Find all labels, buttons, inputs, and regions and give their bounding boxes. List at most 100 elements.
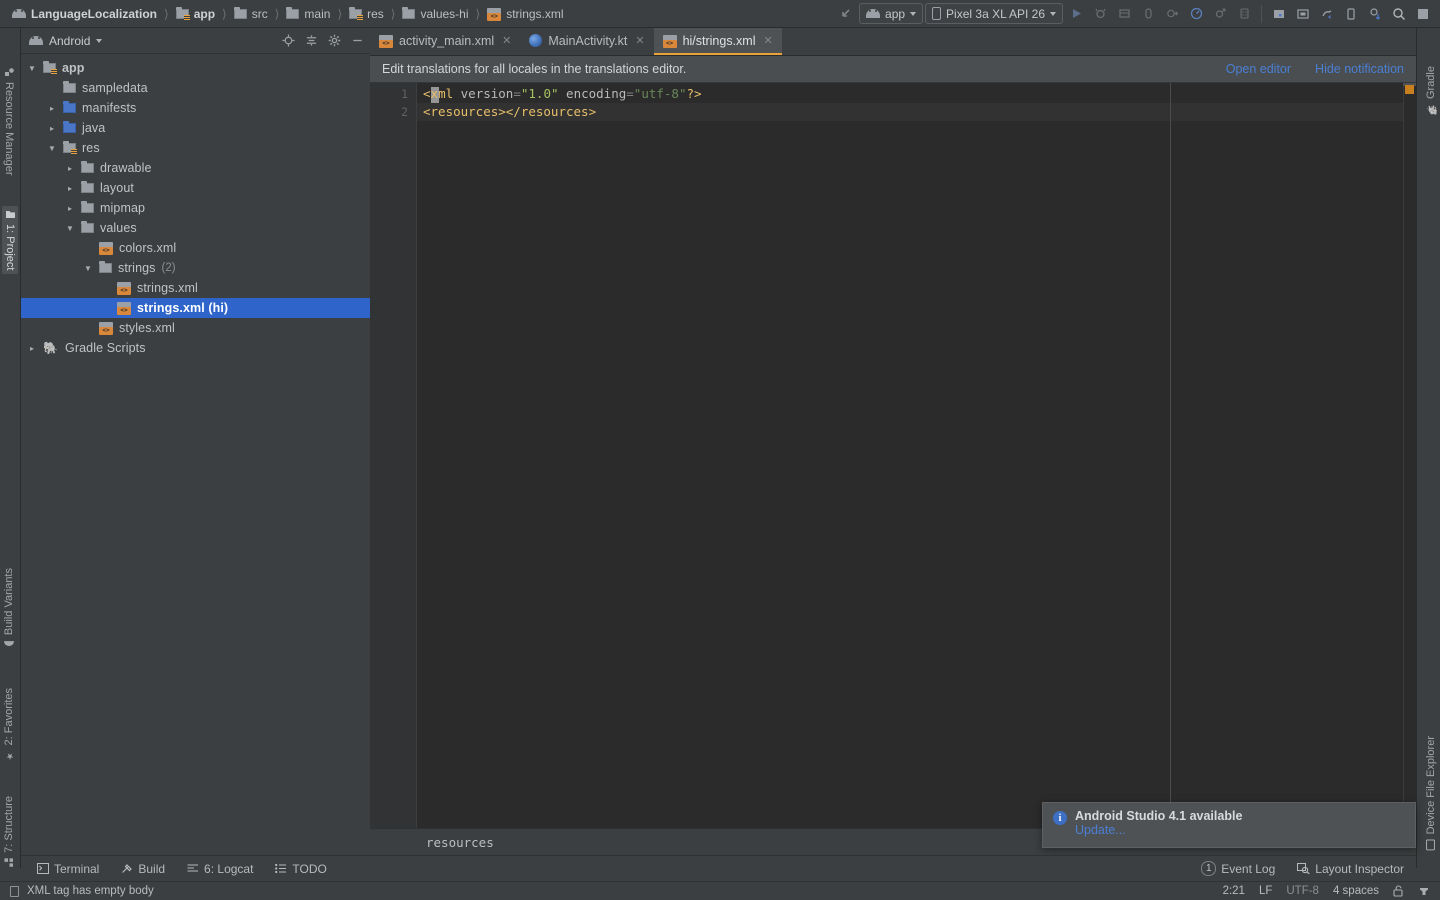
code-line-2[interactable]: <resources></resources>: [417, 103, 1416, 121]
tree-row-strings-group[interactable]: ▼ strings (2): [21, 258, 370, 278]
tree-row-colors-xml[interactable]: ▸ colors.xml: [21, 238, 370, 258]
profile-button[interactable]: [1137, 3, 1159, 25]
hide-notification-link[interactable]: Hide notification: [1315, 62, 1404, 76]
tool-button-resource-manager[interactable]: Resource Manager: [3, 68, 15, 176]
bottom-tool-window-bar: Terminal Build 6: Logcat TODO 1 Event Lo…: [21, 855, 1416, 881]
breadcrumb-item-project[interactable]: LanguageLocalization: [8, 5, 161, 23]
update-link[interactable]: Update...: [1075, 823, 1126, 837]
device-matrix-button[interactable]: [1233, 3, 1255, 25]
tree-row-app[interactable]: ▼ app: [21, 58, 370, 78]
indent-setting[interactable]: 4 spaces: [1333, 885, 1379, 897]
stretch-handle-icon[interactable]: [1412, 3, 1434, 25]
tool-button-build[interactable]: Build: [121, 862, 165, 876]
tool-button-project[interactable]: 1: Project: [2, 206, 18, 274]
chevron-right-icon[interactable]: ▸: [47, 104, 57, 113]
code-editor[interactable]: 1 2 <xml version="1.0" encoding="utf-8"?…: [370, 83, 1416, 828]
hide-panel-icon[interactable]: [351, 34, 364, 47]
tree-row-values[interactable]: ▼ values: [21, 218, 370, 238]
tree-row-java[interactable]: ▸ java: [21, 118, 370, 138]
tree-row-manifests[interactable]: ▸ manifests: [21, 98, 370, 118]
sdk-manager-button[interactable]: [1268, 3, 1290, 25]
sync-gradle-button[interactable]: [1316, 3, 1338, 25]
breadcrumb-item-main[interactable]: main: [282, 5, 334, 23]
code-line-1[interactable]: <xml version="1.0" encoding="utf-8"?>: [417, 85, 1416, 103]
locate-icon[interactable]: [282, 34, 295, 47]
breadcrumb: LanguageLocalization ⟩ app ⟩ src ⟩ main …: [0, 5, 568, 23]
token-value-encoding: "utf-8": [634, 86, 687, 101]
breadcrumb-item-res[interactable]: res: [345, 5, 388, 23]
device-selector[interactable]: Pixel 3a XL API 26: [925, 3, 1063, 24]
tool-button-logcat[interactable]: 6: Logcat: [187, 862, 253, 876]
chevron-down-icon[interactable]: ▼: [47, 144, 57, 153]
tree-row-layout[interactable]: ▸ layout: [21, 178, 370, 198]
chevron-down-icon[interactable]: ▼: [27, 64, 37, 73]
open-editor-link[interactable]: Open editor: [1226, 62, 1291, 76]
close-icon[interactable]: ✕: [502, 34, 511, 47]
close-icon[interactable]: ✕: [635, 34, 644, 47]
folder-icon: [63, 83, 76, 93]
file-encoding[interactable]: UTF-8: [1286, 885, 1319, 897]
debug-button[interactable]: [1089, 3, 1111, 25]
tree-row-gradle-scripts[interactable]: ▸ 🐘 Gradle Scripts: [21, 338, 370, 358]
chevron-right-icon[interactable]: ▸: [65, 204, 75, 213]
chevron-right-icon[interactable]: ▸: [27, 344, 37, 353]
tool-button-layout-inspector[interactable]: Layout Inspector: [1297, 862, 1404, 876]
avd-device-button[interactable]: [1340, 3, 1362, 25]
warning-marker[interactable]: [1405, 85, 1414, 94]
tool-button-todo[interactable]: TODO: [275, 862, 326, 876]
close-icon[interactable]: ✕: [764, 34, 773, 47]
tree-row-sampledata[interactable]: ▸ sampledata: [21, 78, 370, 98]
run-coverage-button[interactable]: [1113, 3, 1135, 25]
error-marker-bar[interactable]: [1403, 83, 1416, 828]
chevron-right-icon[interactable]: ▸: [65, 164, 75, 173]
inspection-icon[interactable]: [1418, 885, 1430, 897]
tree-row-strings-xml-hi[interactable]: ▸ strings.xml (hi): [21, 298, 370, 318]
phone-icon: [932, 7, 941, 20]
line-separator[interactable]: LF: [1259, 885, 1272, 897]
chevron-down-icon[interactable]: ▼: [83, 264, 93, 273]
update-notification-balloon[interactable]: i Android Studio 4.1 available Update...: [1042, 802, 1416, 848]
apply-changes-button[interactable]: [1161, 3, 1183, 25]
breadcrumb-item-values-hi[interactable]: values-hi: [398, 5, 472, 23]
code-content[interactable]: <xml version="1.0" encoding="utf-8"?> <r…: [417, 83, 1416, 828]
breadcrumb-item-src[interactable]: src: [230, 5, 272, 23]
search-everywhere-icon[interactable]: [1388, 3, 1410, 25]
tab-hi-strings-xml[interactable]: hi/strings.xml ✕: [654, 28, 782, 55]
chevron-down-icon: [910, 12, 916, 16]
tree-row-strings-xml[interactable]: ▸ strings.xml: [21, 278, 370, 298]
avd-manager-button[interactable]: [1292, 3, 1314, 25]
layout-inspector-icon: [1297, 863, 1310, 874]
attach-debugger-button[interactable]: [1209, 3, 1231, 25]
tree-row-styles-xml[interactable]: ▸ styles.xml: [21, 318, 370, 338]
tool-button-favorites[interactable]: ★ 2: Favorites: [3, 688, 15, 760]
tool-button-event-log[interactable]: 1 Event Log: [1201, 861, 1275, 876]
run-configuration-selector[interactable]: app: [859, 3, 923, 24]
unlocked-icon[interactable]: [1393, 885, 1404, 897]
tab-mainactivity-kt[interactable]: MainActivity.kt ✕: [520, 28, 653, 55]
breadcrumb-item-app[interactable]: app: [172, 5, 219, 23]
tool-button-terminal[interactable]: Terminal: [37, 862, 99, 876]
profiler-button[interactable]: [1185, 3, 1207, 25]
chevron-right-icon[interactable]: ▸: [65, 184, 75, 193]
chevron-down-icon[interactable]: ▼: [65, 224, 75, 233]
device-label: Pixel 3a XL API 26: [946, 7, 1045, 21]
caret-position[interactable]: 2:21: [1223, 885, 1245, 897]
settings-gear-icon[interactable]: [328, 34, 341, 47]
tree-row-mipmap[interactable]: ▸ mipmap: [21, 198, 370, 218]
tool-button-build-variants[interactable]: Build Variants: [3, 568, 15, 648]
run-button[interactable]: [1065, 3, 1087, 25]
back-arrow-icon[interactable]: [835, 3, 857, 25]
tool-button-structure[interactable]: 7: Structure: [3, 796, 15, 867]
project-tree: ▼ app ▸ sampledata ▸ manifests ▸ java ▼: [21, 54, 370, 358]
tree-row-res[interactable]: ▼ res: [21, 138, 370, 158]
project-view-selector[interactable]: Android: [29, 34, 102, 48]
tree-row-label: values: [100, 221, 137, 235]
tab-activity-main-xml[interactable]: activity_main.xml ✕: [370, 28, 520, 55]
collapse-all-icon[interactable]: [305, 34, 318, 47]
profiler-download-button[interactable]: [1364, 3, 1386, 25]
tool-button-gradle[interactable]: 🐘 Gradle: [1425, 66, 1437, 115]
tree-row-drawable[interactable]: ▸ drawable: [21, 158, 370, 178]
tool-button-device-file-explorer[interactable]: Device File Explorer: [1425, 736, 1437, 850]
breadcrumb-item-strings-xml[interactable]: strings.xml: [483, 5, 567, 23]
chevron-right-icon[interactable]: ▸: [47, 124, 57, 133]
